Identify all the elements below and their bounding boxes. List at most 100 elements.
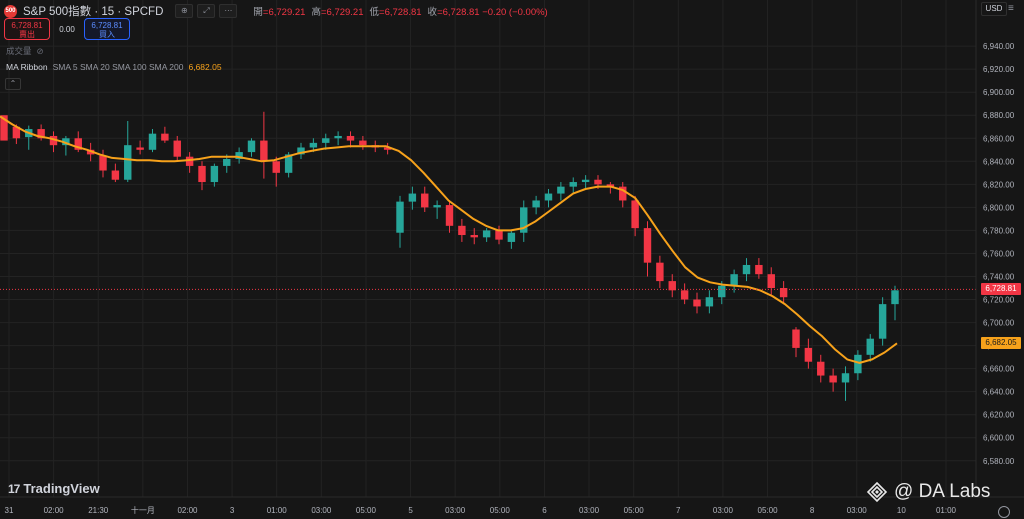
ohlc-high-label: 高 <box>311 7 321 18</box>
binance-diamond-icon <box>866 481 888 503</box>
x-tick-label: 01:00 <box>267 506 288 515</box>
ohlc-low: 低=6,728.81 <box>370 4 422 18</box>
y-tick-label: 6,800.00 <box>983 203 1015 212</box>
candle-layer <box>0 111 899 401</box>
price-chart[interactable]: 6,580.00 6,600.00 6,620.00 6,640.00 6,660.00… <box>0 0 1024 519</box>
candle-body <box>804 347 813 362</box>
candle-body <box>470 235 478 238</box>
candle-body <box>322 138 330 143</box>
x-tick-label: 03:00 <box>713 506 734 515</box>
candle-body <box>792 329 800 348</box>
ohlc-close-value: =6,728.81 −0.20 (−0.00%) <box>437 7 548 18</box>
candle-body <box>161 133 169 141</box>
candle-body <box>878 304 887 339</box>
candle-body <box>767 274 775 289</box>
ohlc-close: 收=6,728.81 −0.20 (−0.00%) <box>428 4 548 18</box>
x-tick-label: 十一月 <box>131 505 155 515</box>
candle-body <box>433 205 441 208</box>
candle-body <box>210 165 219 183</box>
candle-body <box>396 201 404 233</box>
x-tick-label: 6 <box>542 506 547 515</box>
y-tick-label: 6,880.00 <box>983 111 1015 120</box>
candle-body <box>631 200 639 229</box>
candle-body <box>755 264 763 275</box>
ma-ribbon-line <box>0 115 898 364</box>
candle-body <box>718 285 726 298</box>
y-tick-label: 6,660.00 <box>983 365 1015 374</box>
candle-body <box>148 133 157 150</box>
sell-button[interactable]: 6,728.81 賣出 <box>4 18 50 40</box>
settings-gear-icon[interactable] <box>998 506 1010 518</box>
candle-body <box>495 230 503 240</box>
indicator-value: 6,682.05 <box>188 62 222 72</box>
candle-body <box>247 140 256 153</box>
candle-body <box>557 186 565 194</box>
candle-body <box>742 264 751 275</box>
header-icon-group: ⊕ ⤢ ⋯ <box>175 4 238 18</box>
ohlc-low-label: 低 <box>369 7 380 18</box>
buy-label: 買入 <box>99 30 115 39</box>
symbol-title[interactable]: S&P 500指數 · 15 · SPCFD <box>23 3 163 19</box>
candle-body <box>544 193 553 201</box>
compare-icon[interactable]: ⊕ <box>175 4 194 18</box>
x-tick-label: 02:00 <box>177 506 198 515</box>
symbol-header: 500 S&P 500指數 · 15 · SPCFD ⊕ ⤢ ⋯ 開=6,729… <box>4 3 548 19</box>
tradingview-name: TradingView <box>23 481 100 496</box>
candle-body <box>359 140 367 146</box>
price-axis[interactable]: 6,580.00 6,600.00 6,620.00 6,640.00 6,660.00… <box>975 0 1015 497</box>
candle-body <box>408 193 417 202</box>
candle-body <box>421 193 429 208</box>
indicator-legend[interactable]: MA Ribbon SMA 5 SMA 20 SMA 100 SMA 200 6… <box>6 62 222 72</box>
y-tick-label: 6,820.00 <box>983 180 1015 189</box>
watermark: @ DA Labs <box>866 481 990 503</box>
last-price-badge: 6,728.81 <box>981 283 1021 296</box>
indicator-params: SMA 5 SMA 20 SMA 100 SMA 200 <box>52 62 184 72</box>
y-tick-label: 6,840.00 <box>983 157 1015 166</box>
collapse-legend-button[interactable]: ⌃ <box>5 78 21 90</box>
ohlc-values: 開=6,729.21 高=6,729.21 低=6,728.81 收=6,728… <box>253 4 547 18</box>
x-tick-label: 3 <box>230 506 235 515</box>
chevron-up-icon: ⌃ <box>9 79 17 88</box>
y-tick-label: 6,580.00 <box>983 457 1015 466</box>
menu-icon[interactable]: ≡ <box>1008 3 1014 14</box>
candle-body <box>458 225 466 236</box>
currency-selector[interactable]: USD <box>981 2 1007 16</box>
candle-body <box>507 232 516 242</box>
y-tick-label: 6,740.00 <box>983 272 1015 281</box>
indicator-name: MA Ribbon <box>6 62 48 72</box>
expand-icon[interactable]: ⤢ <box>197 4 216 18</box>
x-tick-label: 5 <box>408 506 413 515</box>
buy-button[interactable]: 6,728.81 買入 <box>84 18 130 40</box>
candle-body <box>656 262 664 282</box>
candle-body <box>891 290 899 305</box>
candle-body <box>705 297 714 307</box>
candle-body <box>309 142 318 148</box>
ma-layer <box>0 115 898 364</box>
candle-body <box>829 375 837 383</box>
candle-body <box>532 200 540 208</box>
tradingview-logo[interactable]: 17 TradingView <box>8 481 100 496</box>
candle-body <box>730 274 738 286</box>
candle-body <box>594 179 602 185</box>
tradingview-mark: 17 <box>8 481 20 496</box>
candle-body <box>136 147 144 150</box>
volume-legend[interactable]: 成交量 ⊘ <box>6 45 44 57</box>
spread-value: 0.00 <box>59 24 75 34</box>
chart-area[interactable]: 6,580.00 6,600.00 6,620.00 6,640.00 6,660.00… <box>0 0 1024 519</box>
ohlc-open: 開=6,729.21 <box>253 4 305 18</box>
y-tick-label: 6,900.00 <box>983 88 1015 97</box>
candle-body <box>173 140 181 157</box>
candle-body <box>198 165 206 183</box>
x-tick-label: 03:00 <box>311 506 332 515</box>
x-tick-label: 03:00 <box>847 506 868 515</box>
eye-off-icon[interactable]: ⊘ <box>37 46 44 57</box>
more-icon[interactable]: ⋯ <box>219 4 238 18</box>
x-tick-label: 03:00 <box>579 506 600 515</box>
candle-body <box>680 290 689 300</box>
candle-body <box>272 161 280 173</box>
candle-body <box>99 155 107 171</box>
candle-body <box>569 182 577 187</box>
candle-body <box>854 354 862 374</box>
candle-body <box>866 338 874 355</box>
symbol-logo[interactable]: 500 <box>4 4 17 18</box>
